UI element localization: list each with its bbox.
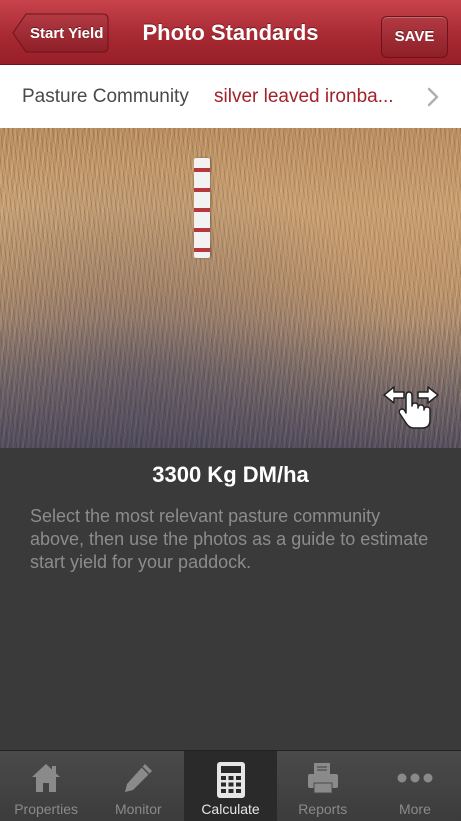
start-yield-value: 3300 Kg DM/ha <box>152 462 309 487</box>
tab-bar: Properties Monitor Calculate Reports Mor… <box>0 750 461 821</box>
tab-reports-label: Reports <box>298 801 348 817</box>
tab-more-label: More <box>398 801 431 817</box>
pasture-photo[interactable] <box>0 128 461 448</box>
tab-properties[interactable]: Properties <box>0 751 92 821</box>
tab-more[interactable]: More <box>369 751 461 821</box>
pasture-community-label: Pasture Community <box>22 86 189 107</box>
house-icon <box>32 764 61 792</box>
calculator-icon <box>216 762 245 798</box>
more-icon <box>397 773 433 783</box>
save-button[interactable]: SAVE <box>381 16 448 58</box>
instructions-text: Select the most relevant pasture communi… <box>30 506 429 572</box>
tab-calculate-label: Calculate <box>201 801 260 817</box>
tab-monitor[interactable]: Monitor <box>92 751 184 821</box>
tab-monitor-label: Monitor <box>114 801 162 817</box>
chevron-right-icon <box>427 87 439 107</box>
measuring-post <box>194 158 210 258</box>
pasture-community-row[interactable]: Pasture Community silver leaved ironba..… <box>0 65 461 129</box>
tab-reports[interactable]: Reports <box>277 751 369 821</box>
pencil-icon <box>125 764 153 792</box>
printer-icon <box>307 763 338 794</box>
navigation-bar: Start Yield Photo Standards SAVE <box>0 0 461 65</box>
tab-properties-label: Properties <box>14 801 78 817</box>
tab-calculate[interactable]: Calculate <box>184 751 277 821</box>
pasture-community-value: silver leaved ironba... <box>214 86 394 107</box>
swipe-hand-icon <box>383 386 439 429</box>
